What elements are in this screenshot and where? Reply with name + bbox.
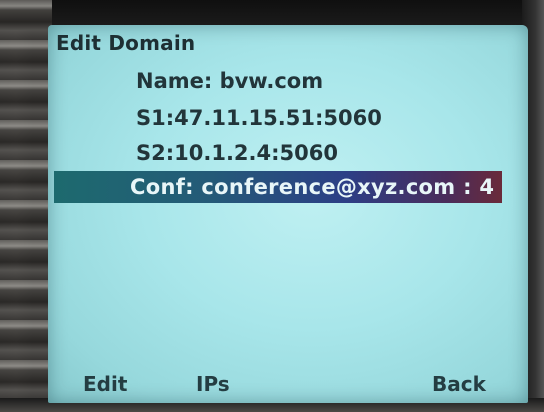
screen-title: Edit Domain — [56, 31, 196, 55]
lcd-screen: Edit Domain Name: bvw.com S1:47.11.15.51… — [48, 25, 528, 403]
bezel-left — [0, 0, 52, 412]
conference-item-selected[interactable]: Conf: conference@xyz.com : 4 — [130, 175, 494, 199]
server2-item[interactable]: S2:10.1.2.4:5060 — [136, 141, 338, 165]
softkey-edit[interactable]: Edit — [83, 372, 127, 396]
softkey-back[interactable]: Back — [432, 372, 486, 396]
domain-name-item[interactable]: Name: bvw.com — [136, 69, 323, 93]
server1-item[interactable]: S1:47.11.15.51:5060 — [136, 106, 382, 130]
softkey-ips[interactable]: IPs — [196, 372, 230, 396]
phone-photo: Edit Domain Name: bvw.com S1:47.11.15.51… — [0, 0, 544, 412]
